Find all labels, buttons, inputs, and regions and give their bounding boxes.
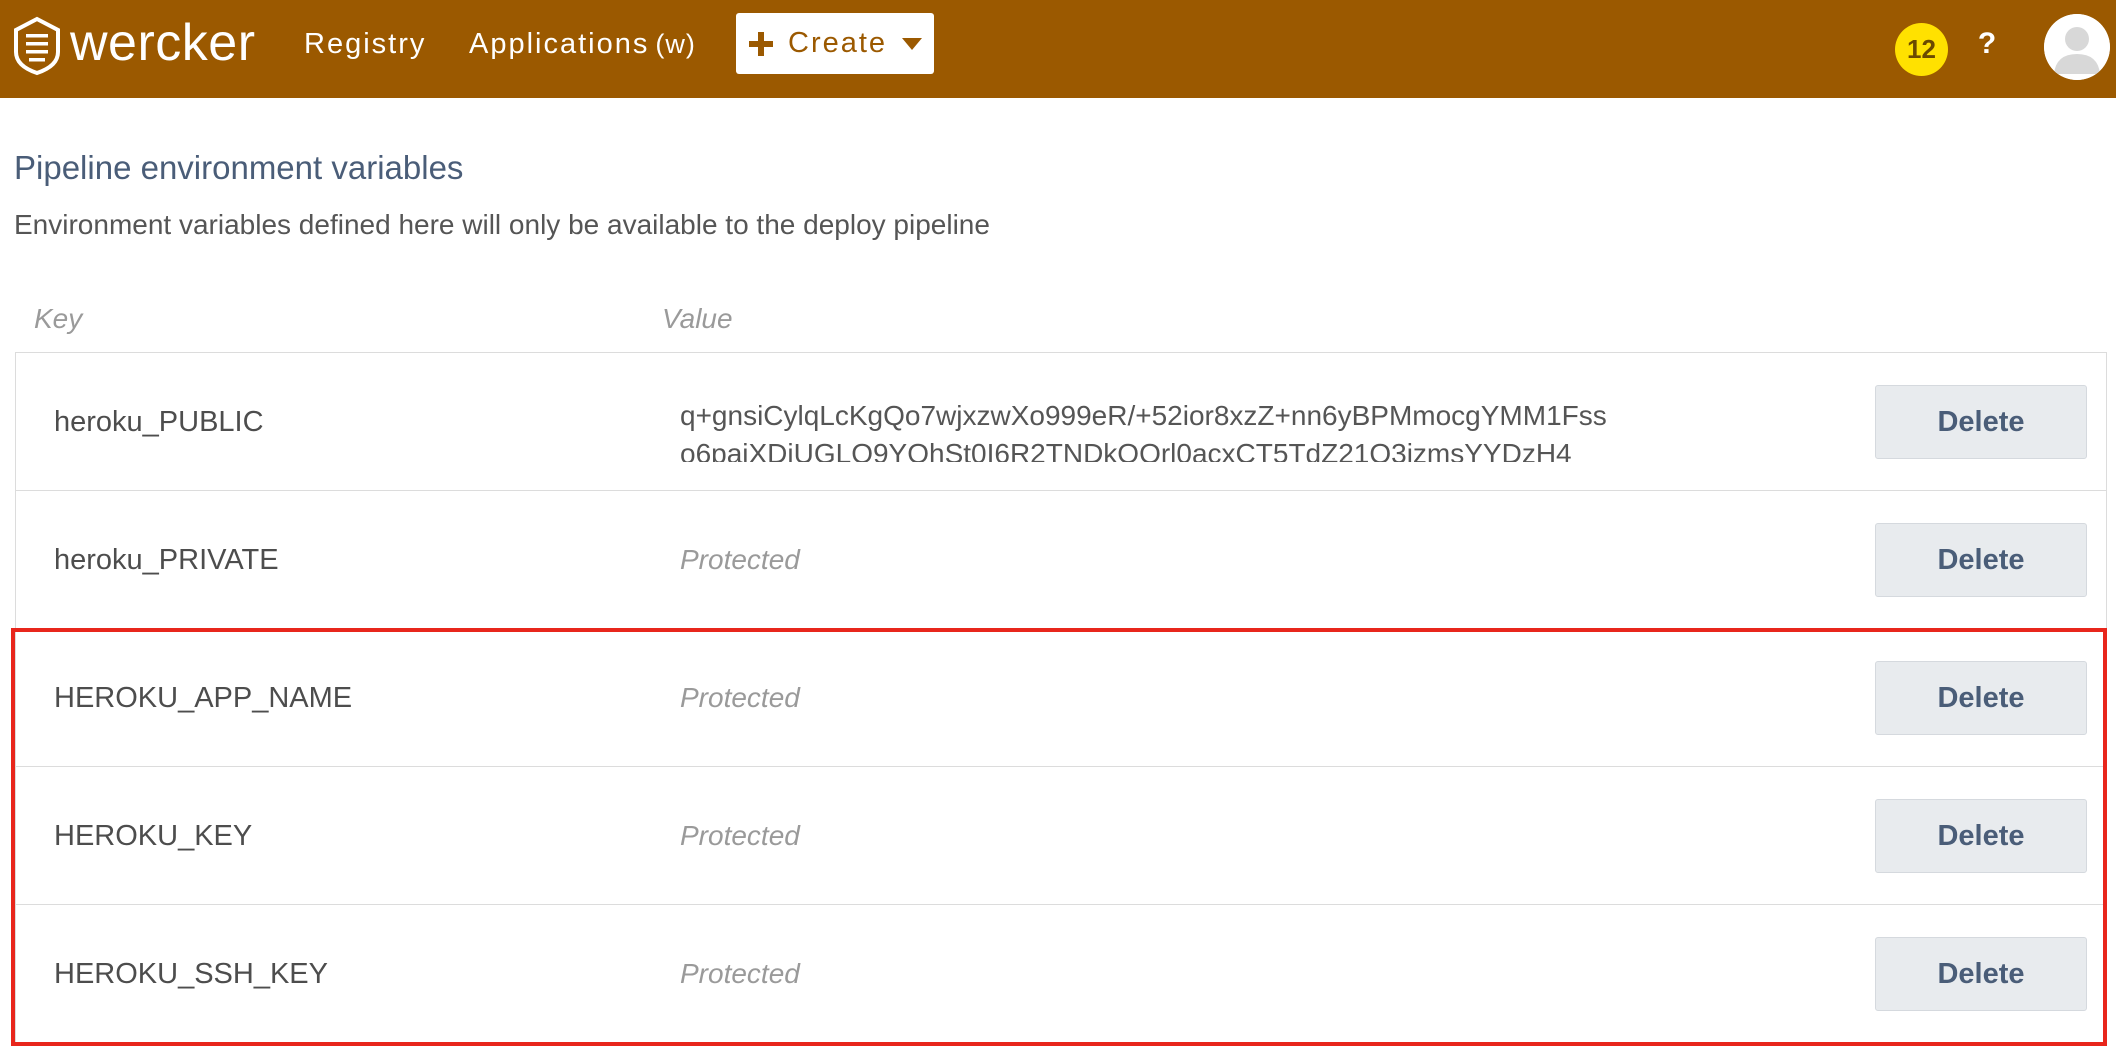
delete-button[interactable]: Delete bbox=[1875, 523, 2087, 597]
help-icon[interactable]: ? bbox=[1975, 24, 1999, 64]
top-nav-bar: wercker Registry Applications (w) Create … bbox=[0, 0, 2116, 98]
env-variables-table: heroku_PUBLIC q+gnsiCylqLcKgQo7wjxzwXo99… bbox=[15, 352, 2107, 1044]
plus-icon bbox=[749, 31, 773, 56]
nav-registry-link[interactable]: Registry bbox=[304, 24, 426, 64]
table-row: heroku_PUBLIC q+gnsiCylqLcKgQo7wjxzwXo99… bbox=[16, 353, 2106, 491]
wercker-logo[interactable]: wercker bbox=[12, 13, 256, 79]
env-value: q+gnsiCylqLcKgQo7wjxzwXo999eR/+52ior8xzZ… bbox=[680, 353, 1620, 491]
delete-button[interactable]: Delete bbox=[1875, 937, 2087, 1011]
column-header-key: Key bbox=[34, 303, 83, 334]
nav-applications-link[interactable]: Applications (w) bbox=[469, 24, 696, 64]
table-row: HEROKU_KEY Protected Delete bbox=[16, 767, 2106, 905]
env-value-protected: Protected bbox=[680, 544, 800, 575]
table-row: HEROKU_SSH_KEY Protected Delete bbox=[16, 905, 2106, 1043]
nav-applications-shortcut-hint: (w) bbox=[655, 29, 696, 59]
env-key: heroku_PUBLIC bbox=[54, 405, 264, 438]
table-row: HEROKU_APP_NAME Protected Delete bbox=[16, 629, 2106, 767]
delete-button[interactable]: Delete bbox=[1875, 799, 2087, 873]
create-label: Create bbox=[788, 27, 888, 59]
caret-down-icon bbox=[902, 37, 923, 50]
env-value-protected: Protected bbox=[680, 820, 800, 851]
env-key: heroku_PRIVATE bbox=[54, 543, 279, 576]
env-key: HEROKU_SSH_KEY bbox=[54, 957, 328, 990]
notification-count-badge[interactable]: 12 bbox=[1895, 23, 1948, 76]
page-title: Pipeline environment variables bbox=[14, 149, 464, 186]
env-value-protected: Protected bbox=[680, 682, 800, 713]
env-value-text: q+gnsiCylqLcKgQo7wjxzwXo999eR/+52ior8xzZ… bbox=[680, 400, 1607, 462]
delete-button[interactable]: Delete bbox=[1875, 661, 2087, 735]
user-silhouette-icon bbox=[2044, 14, 2110, 80]
user-avatar[interactable] bbox=[2044, 14, 2110, 80]
env-key: HEROKU_APP_NAME bbox=[54, 681, 353, 714]
env-key: HEROKU_KEY bbox=[54, 819, 253, 852]
table-row: heroku_PRIVATE Protected Delete bbox=[16, 491, 2106, 629]
page-subtitle: Environment variables defined here will … bbox=[14, 209, 990, 240]
create-dropdown-button[interactable]: Create bbox=[736, 13, 934, 74]
nav-applications-label: Applications bbox=[469, 28, 650, 60]
column-header-value: Value bbox=[662, 303, 733, 334]
wercker-logo-icon bbox=[14, 16, 60, 76]
brand-name: wercker bbox=[70, 14, 256, 72]
delete-button[interactable]: Delete bbox=[1875, 385, 2087, 459]
env-value-protected: Protected bbox=[680, 958, 800, 989]
